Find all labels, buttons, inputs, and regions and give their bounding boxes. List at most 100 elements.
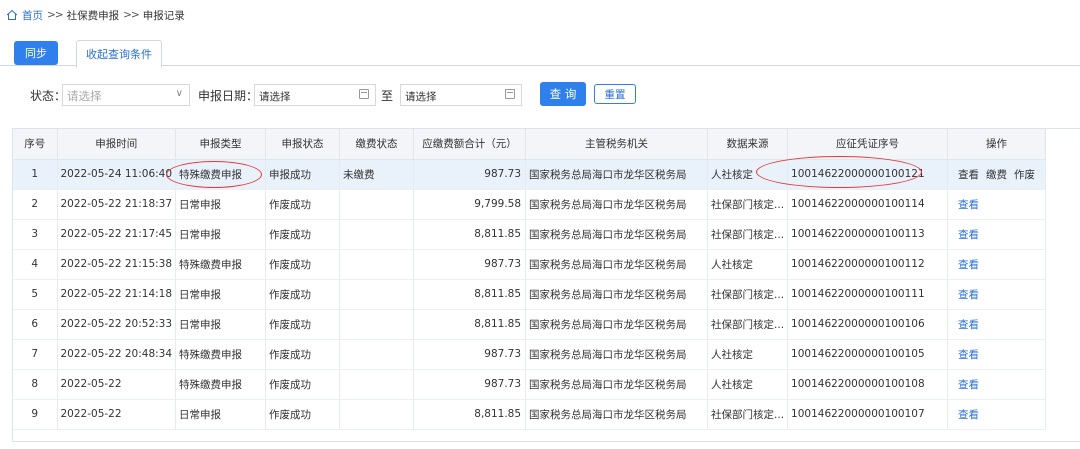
cell-office: 国家税务总局海口市龙华区税务局 [525, 309, 709, 340]
cell-no: 1 [13, 159, 58, 190]
cell-office: 国家税务总局海口市龙华区税务局 [525, 399, 709, 430]
table-row[interactable]: 1 2022-05-24 11:06:40 特殊缴费申报 申报成功 未缴费 98… [13, 159, 1047, 190]
cell-pay-status [339, 309, 415, 340]
cell-type: 日常申报 [175, 399, 267, 430]
cell-actions: 查看 [947, 219, 1047, 250]
cell-actions: 查看 [947, 279, 1047, 310]
view-link[interactable]: 查看 [958, 289, 979, 301]
column-header: 应缴费额合计（元） [413, 129, 527, 160]
cell-actions: 查看 [947, 249, 1047, 280]
toolbar: 同步 收起查询条件 [0, 26, 1080, 68]
cell-time: 2022-05-22 21:18:37 [57, 189, 177, 220]
view-link[interactable]: 查看 [958, 319, 979, 331]
cell-no: 3 [13, 219, 58, 250]
void-link[interactable]: 作废 [1014, 169, 1035, 181]
cell-actions: 查看 [947, 309, 1047, 340]
cell-status: 作废成功 [265, 309, 341, 340]
column-header: 数据来源 [707, 129, 789, 160]
view-link[interactable]: 查看 [958, 349, 979, 361]
cell-source: 社保部门核定... [707, 279, 789, 310]
collapse-query-tab[interactable]: 收起查询条件 [76, 40, 162, 68]
cell-voucher: 10014622000000100111 [787, 279, 949, 310]
cell-time: 2022-05-22 21:15:38 [57, 249, 177, 280]
cell-status: 作废成功 [265, 399, 341, 430]
cell-status: 申报成功 [265, 159, 341, 190]
cell-voucher: 10014622000000100113 [787, 219, 949, 250]
table-row[interactable]: 3 2022-05-22 21:17:45 日常申报 作废成功 8,811.85… [13, 219, 1047, 250]
date-to-input[interactable]: 请选择 [400, 84, 522, 106]
table-header-row: 序号 申报时间 申报类型 申报状态 缴费状态 应缴费额合计（元） 主管税务机关 … [13, 129, 1047, 160]
cell-source: 社保部门核定... [707, 399, 789, 430]
chevron-down-icon: ∨ [175, 88, 183, 99]
breadcrumb-home-link[interactable]: 首页 [22, 8, 43, 23]
cell-actions: 查看 [947, 399, 1047, 430]
view-link[interactable]: 查看 [958, 409, 979, 421]
status-select[interactable]: 请选择 ∨ [62, 84, 190, 106]
cell-actions: 查看 [947, 339, 1047, 370]
cell-office: 国家税务总局海口市龙华区税务局 [525, 249, 709, 280]
cell-type: 特殊缴费申报 [175, 339, 267, 370]
view-link[interactable]: 查看 [958, 379, 979, 391]
cell-status: 作废成功 [265, 189, 341, 220]
table-row[interactable]: 8 2022-05-22 特殊缴费申报 作废成功 987.73 国家税务总局海口… [13, 369, 1047, 400]
sync-button[interactable]: 同步 [14, 41, 58, 65]
view-link[interactable]: 查看 [958, 259, 979, 271]
pay-link[interactable]: 缴费 [986, 169, 1007, 181]
cell-time: 2022-05-22 20:52:33 [57, 309, 177, 340]
view-link[interactable]: 查看 [958, 169, 979, 181]
table-row[interactable]: 5 2022-05-22 21:14:18 日常申报 作废成功 8,811.85… [13, 279, 1047, 310]
cell-type: 特殊缴费申报 [175, 249, 267, 280]
date-from-input[interactable]: 请选择 [254, 84, 376, 106]
reset-button[interactable]: 重置 [594, 84, 636, 104]
cell-status: 作废成功 [265, 279, 341, 310]
date-from-value: 请选择 [259, 91, 291, 103]
breadcrumb-separator: >> [123, 9, 140, 21]
column-header: 操作 [947, 129, 1047, 160]
cell-amount: 987.73 [413, 339, 527, 370]
cell-voucher: 10014622000000100106 [787, 309, 949, 340]
cell-pay-status [339, 399, 415, 430]
cell-no: 4 [13, 249, 58, 280]
view-link[interactable]: 查看 [958, 199, 979, 211]
column-header: 缴费状态 [339, 129, 415, 160]
cell-office: 国家税务总局海口市龙华区税务局 [525, 369, 709, 400]
status-select-placeholder: 请选择 [67, 89, 102, 103]
cell-type: 特殊缴费申报 [175, 369, 267, 400]
table-row[interactable]: 6 2022-05-22 20:52:33 日常申报 作废成功 8,811.85… [13, 309, 1047, 340]
column-header: 申报时间 [57, 129, 177, 160]
cell-voucher: 10014622000000100105 [787, 339, 949, 370]
cell-source: 社保部门核定... [707, 309, 789, 340]
cell-status: 作废成功 [265, 249, 341, 280]
cell-source: 社保部门核定... [707, 189, 789, 220]
cell-no: 2 [13, 189, 58, 220]
cell-source: 社保部门核定... [707, 219, 789, 250]
view-link[interactable]: 查看 [958, 229, 979, 241]
cell-amount: 8,811.85 [413, 219, 527, 250]
cell-amount: 9,799.58 [413, 189, 527, 220]
cell-office: 国家税务总局海口市龙华区税务局 [525, 159, 709, 190]
cell-source: 人社核定 [707, 249, 789, 280]
cell-amount: 8,811.85 [413, 279, 527, 310]
cell-voucher: 10014622000000100121 [787, 159, 949, 190]
column-header: 应征凭证序号 [787, 129, 949, 160]
cell-office: 国家税务总局海口市龙华区税务局 [525, 339, 709, 370]
cell-status: 作废成功 [265, 369, 341, 400]
cell-time: 2022-05-22 [57, 399, 177, 430]
date-to-value: 请选择 [405, 91, 437, 103]
calendar-icon[interactable] [505, 89, 515, 99]
calendar-icon[interactable] [359, 89, 369, 99]
cell-pay-status [339, 369, 415, 400]
cell-pay-status [339, 189, 415, 220]
cell-actions: 查看 [947, 189, 1047, 220]
table-row[interactable]: 4 2022-05-22 21:15:38 特殊缴费申报 作废成功 987.73… [13, 249, 1047, 280]
query-button[interactable]: 查 询 [540, 82, 586, 106]
cell-amount: 8,811.85 [413, 309, 527, 340]
table-row[interactable]: 9 2022-05-22 日常申报 作废成功 8,811.85 国家税务总局海口… [13, 399, 1047, 430]
table-row[interactable]: 2 2022-05-22 21:18:37 日常申报 作废成功 9,799.58… [13, 189, 1047, 220]
column-header: 主管税务机关 [525, 129, 709, 160]
table-row[interactable]: 7 2022-05-22 20:48:34 特殊缴费申报 作废成功 987.73… [13, 339, 1047, 370]
home-icon[interactable] [6, 9, 18, 21]
cell-type: 日常申报 [175, 279, 267, 310]
records-grid: 序号 申报时间 申报类型 申报状态 缴费状态 应缴费额合计（元） 主管税务机关 … [13, 129, 1047, 430]
cell-source: 人社核定 [707, 159, 789, 190]
